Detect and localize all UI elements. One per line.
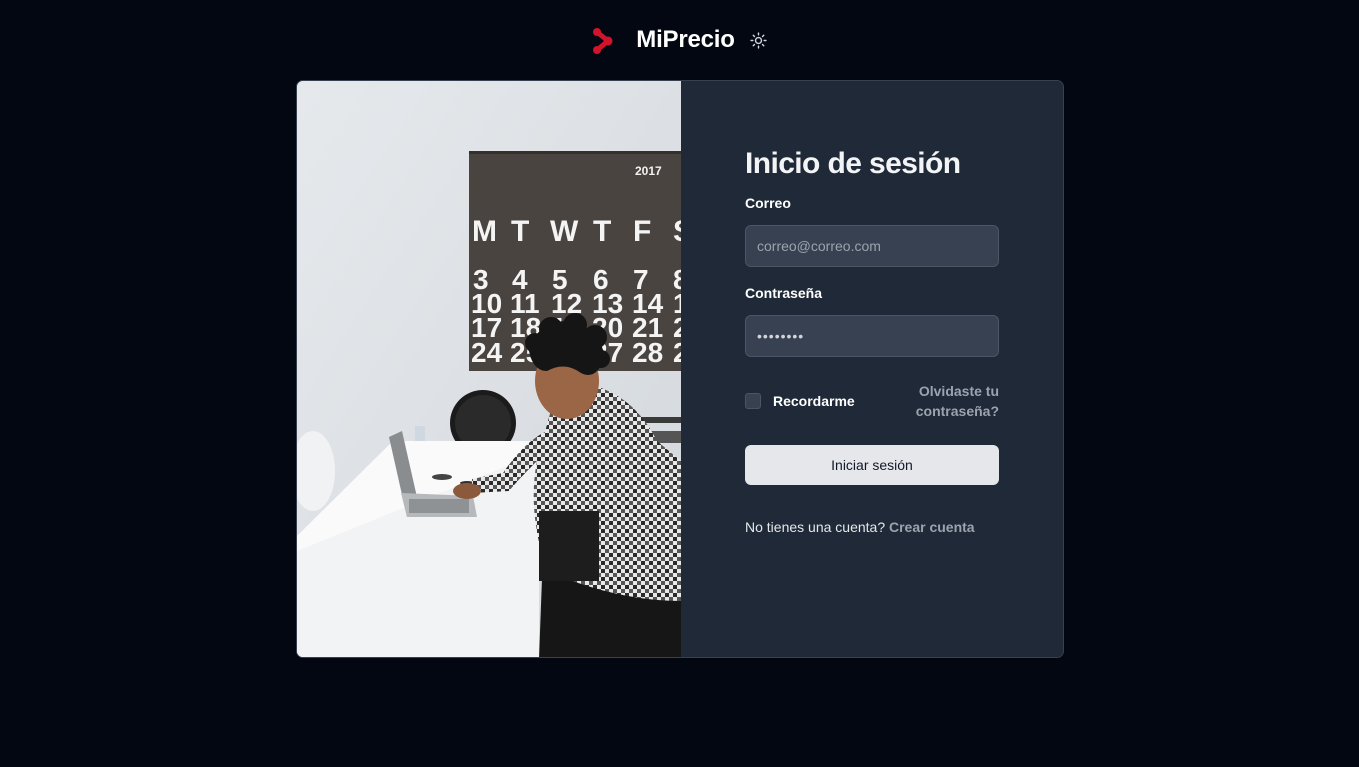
login-title: Inicio de sesión [745,147,961,180]
remember-checkbox[interactable] [745,393,761,409]
password-input[interactable] [745,315,999,357]
forgot-password-link[interactable]: Olvidaste tu contraseña? [889,381,999,421]
calendar-day: 28 [632,337,663,368]
create-account-link[interactable]: Crear cuenta [889,519,975,535]
miprecio-logo-icon [593,28,613,54]
login-card: 2017 M T W T F S 3 4 5 6 7 8 10 11 12 13… [296,80,1064,658]
weekday-label: S [673,215,681,248]
weekday-label: M [472,215,497,248]
email-input[interactable] [745,225,999,267]
sun-icon [750,31,767,49]
hero-photo: 2017 M T W T F S 3 4 5 6 7 8 10 11 12 13… [297,81,681,657]
signup-prompt: No tienes una cuenta? [745,519,886,535]
weekday-label: T [511,215,529,248]
theme-toggle-button[interactable] [749,30,769,50]
remember-label: Recordarme [773,393,855,409]
calendar-year: 2017 [635,164,662,178]
login-button[interactable]: Iniciar sesión [745,445,999,485]
calendar-day: 29 [673,337,681,368]
weekday-label: T [593,215,611,248]
forgot-password-line2: contraseña? [915,403,999,419]
signup-row: No tienes una cuenta? Crear cuenta [745,519,975,535]
weekday-label: F [633,215,651,248]
office-illustration: 2017 M T W T F S 3 4 5 6 7 8 10 11 12 13… [297,81,681,657]
forgot-password-line1: Olvidaste tu [918,383,999,399]
email-label: Correo [745,195,791,211]
weekday-label: W [550,215,579,248]
brand-name: MiPrecio [636,26,735,53]
calendar-day: 24 [471,337,503,368]
login-form-panel: Inicio de sesión Correo Contraseña Recor… [681,81,1063,657]
app-header: MiPrecio [0,24,1359,56]
password-label: Contraseña [745,285,823,301]
